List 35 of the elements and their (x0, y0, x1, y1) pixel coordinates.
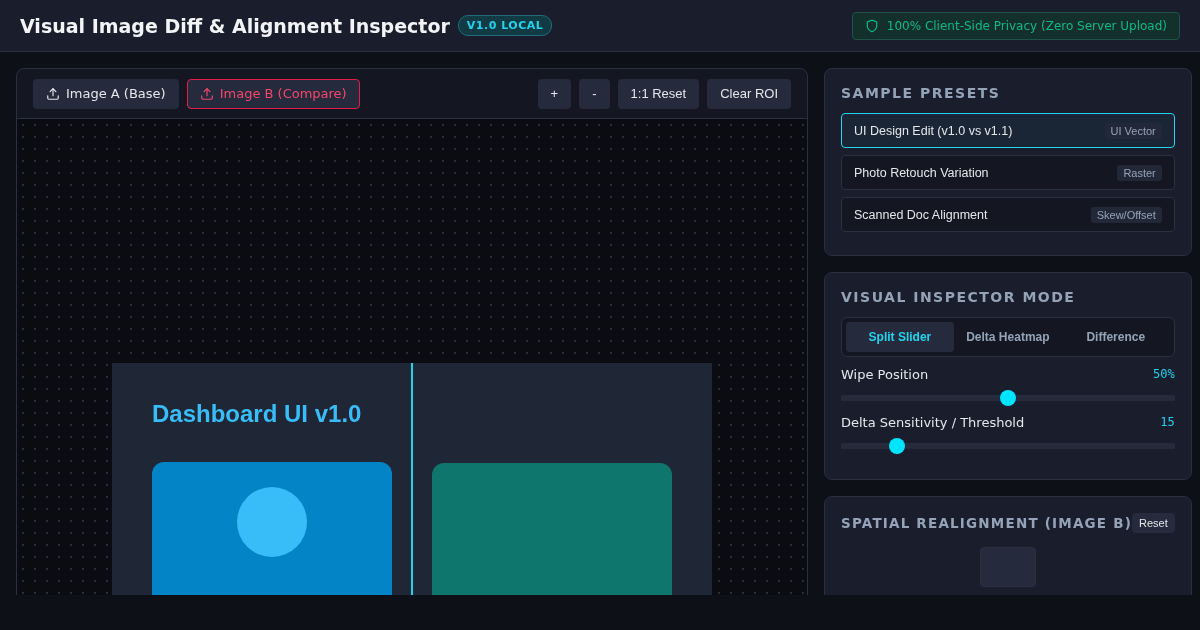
upload-button[interactable]: Image B (Compare) (186, 78, 360, 109)
preset-item[interactable]: Photo Retouch Variation Raster (841, 155, 1175, 190)
preset-tag: UI Vector (1104, 122, 1162, 139)
mode-tab[interactable]: Delta Heatmap (953, 322, 1062, 352)
slider-reading: 50% (1153, 367, 1175, 382)
slider-reading: 15 (1160, 415, 1175, 430)
preset-item[interactable]: UI Design Edit (v1.0 vs v1.1) UI Vector (841, 113, 1175, 148)
panel-title: SAMPLE PRESETS (841, 85, 1002, 101)
toolbar-button[interactable]: + (537, 78, 572, 109)
preset-label: Scanned Doc Alignment (854, 207, 988, 222)
preset-label: Photo Retouch Variation (854, 165, 989, 180)
preset-tag: Skew/Offset (1090, 206, 1162, 223)
upload-icon (199, 86, 214, 101)
shield-icon (864, 18, 879, 33)
preset-item[interactable]: Scanned Doc Alignment Skew/Offset (841, 197, 1175, 232)
preset-label: UI Design Edit (v1.0 vs v1.1) (854, 123, 1013, 138)
upload-icon (46, 86, 60, 101)
mode-tab[interactable]: Split Slider (846, 322, 954, 352)
slider-thumb[interactable] (888, 438, 905, 454)
toolbar-button[interactable]: Clear ROI (707, 78, 791, 109)
slider-label: Delta Sensitivity / Threshold (841, 415, 1025, 430)
image-heading: Dashboard UI v1.0 (152, 400, 363, 428)
app-title: Visual Image Diff & Alignment Inspector (20, 14, 450, 37)
reset-button[interactable]: Reset (1132, 513, 1175, 533)
slider-label: Wipe Position (841, 367, 929, 382)
slider-thumb[interactable] (999, 390, 1016, 406)
privacy-text: 100% Client-Side Privacy (Zero Server Upload) (886, 18, 1167, 33)
mode-tab[interactable]: Difference (1061, 322, 1170, 352)
version-badge: V1.0 LOCAL (457, 15, 553, 36)
preset-tag: Raster (1117, 164, 1162, 181)
panel-title: SPATIAL REALIGNMENT (IMAGE B) (841, 515, 1133, 531)
toolbar-button[interactable]: 1:1 Reset (617, 78, 700, 109)
panel-title: VISUAL INSPECTOR MODE (841, 289, 1077, 305)
toolbar-button[interactable]: - (579, 78, 610, 109)
upload-button[interactable]: Image A (Base) (33, 78, 179, 109)
